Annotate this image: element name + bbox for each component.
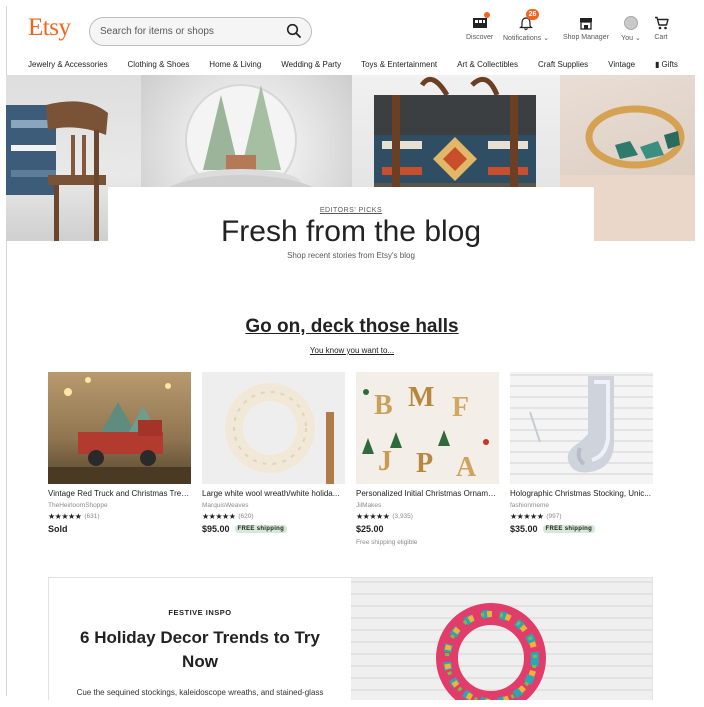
you-label: You ⌄ xyxy=(621,35,641,42)
review-count: (3,935) xyxy=(392,513,413,520)
discover-icon xyxy=(470,12,490,32)
review-count: (631) xyxy=(84,513,100,520)
cart-label: Cart xyxy=(654,34,668,41)
search-button[interactable] xyxy=(286,23,302,39)
cart-nav[interactable]: Cart xyxy=(651,14,671,41)
shop-manager-label: Shop Manager xyxy=(563,34,609,41)
product-price: $95.00 FREE shipping xyxy=(202,524,345,534)
chevron-down-icon: ⌄ xyxy=(634,35,641,42)
section-link[interactable]: You know you want to... xyxy=(0,346,704,355)
free-shipping-badge: FREE shipping xyxy=(234,525,288,533)
product-image-wreath[interactable] xyxy=(202,372,345,484)
product-shop[interactable]: MarquisWeaves xyxy=(202,502,345,509)
blog-card: EDITORS' PICKS Fresh from the blog Shop … xyxy=(108,187,594,273)
svg-text:A: A xyxy=(456,452,477,483)
star-rating-icon: ★★★★★ xyxy=(202,512,236,521)
avatar xyxy=(621,14,641,32)
svg-text:B: B xyxy=(374,390,393,421)
product-rating: ★★★★★ (997) xyxy=(510,512,653,521)
article-image-wreath[interactable] xyxy=(351,578,652,700)
svg-text:M: M xyxy=(408,382,434,413)
product-card[interactable]: Vintage Red Truck and Christmas Tree... … xyxy=(48,372,191,534)
category-art[interactable]: Art & Collectibles xyxy=(457,58,518,70)
svg-text:P: P xyxy=(416,448,433,479)
user-avatar-icon xyxy=(624,16,638,30)
product-rating: ★★★★★ (631) xyxy=(48,512,191,521)
product-shop[interactable]: JilMakes xyxy=(356,502,499,509)
notifications-nav[interactable]: 26 Notifications ⌄ xyxy=(503,9,549,42)
product-rating: ★★★★★ (620) xyxy=(202,512,345,521)
product-title[interactable]: Personalized Initial Christmas Orname... xyxy=(356,489,499,498)
blog-title[interactable]: Fresh from the blog xyxy=(108,215,594,249)
product-shop[interactable]: fashionmeme xyxy=(510,502,653,509)
product-price: $35.00 FREE shipping xyxy=(510,524,653,534)
category-jewelry[interactable]: Jewelry & Accessories xyxy=(28,58,108,70)
cart-icon xyxy=(651,14,671,32)
search-icon xyxy=(286,23,301,38)
category-vintage[interactable]: Vintage xyxy=(608,58,635,70)
star-rating-icon: ★★★★★ xyxy=(48,512,82,521)
star-rating-icon: ★★★★★ xyxy=(510,512,544,521)
article-eyebrow: FESTIVE INSPO xyxy=(168,608,232,617)
discover-label: Discover xyxy=(466,34,494,41)
gift-icon: ▮ xyxy=(655,59,660,69)
discover-dot xyxy=(483,12,490,18)
product-title[interactable]: Large white wool wreath/white holida... xyxy=(202,489,345,498)
shop-manager-nav[interactable]: Shop Manager xyxy=(563,14,609,41)
star-rating-icon: ★★★★★ xyxy=(356,512,390,521)
category-nav: Jewelry & Accessories Clothing & Shoes H… xyxy=(28,58,678,70)
article-body: Cue the sequined stockings, kaleidoscope… xyxy=(76,688,324,700)
product-card[interactable]: B M F J P A Personalized Initial Christm… xyxy=(356,372,499,546)
category-toys[interactable]: Toys & Entertainment xyxy=(361,58,437,70)
product-rating: ★★★★★ (3,935) xyxy=(356,512,499,521)
category-wedding[interactable]: Wedding & Party xyxy=(281,58,341,70)
product-image-truck[interactable] xyxy=(48,372,191,484)
product-image-stocking[interactable] xyxy=(510,372,653,484)
featured-article[interactable]: FESTIVE INSPO 6 Holiday Decor Trends to … xyxy=(48,577,653,700)
product-shop[interactable]: TheHeirloomShoppe xyxy=(48,502,191,509)
notifications-label: Notifications ⌄ xyxy=(503,35,549,42)
category-clothing[interactable]: Clothing & Shoes xyxy=(128,58,190,70)
discover-nav[interactable]: Discover xyxy=(466,12,494,41)
notifications-badge: 26 xyxy=(525,9,539,20)
category-craft[interactable]: Craft Supplies xyxy=(538,58,588,70)
product-image-ornaments[interactable]: B M F J P A xyxy=(356,372,499,484)
site-header: Etsy Discover 26 Notifications ⌄ Shop Ma… xyxy=(0,0,704,56)
article-text: FESTIVE INSPO 6 Holiday Decor Trends to … xyxy=(49,578,351,700)
product-title[interactable]: Vintage Red Truck and Christmas Tree... xyxy=(48,489,191,498)
editors-picks-link[interactable]: EDITORS' PICKS xyxy=(108,207,594,214)
category-gifts[interactable]: ▮ Gifts xyxy=(655,58,678,70)
category-home[interactable]: Home & Living xyxy=(209,58,261,70)
free-shipping-badge: FREE shipping xyxy=(542,525,596,533)
review-count: (620) xyxy=(238,513,254,520)
bell-icon: 26 xyxy=(516,9,539,32)
product-price: Sold xyxy=(48,524,68,534)
review-count: (997) xyxy=(546,513,562,520)
article-title[interactable]: 6 Holiday Decor Trends to Try Now xyxy=(75,626,325,674)
search-bar xyxy=(89,17,312,46)
you-nav[interactable]: You ⌄ xyxy=(621,14,641,42)
blog-subtitle: Shop recent stories from Etsy's blog xyxy=(287,251,415,260)
product-card[interactable]: Holographic Christmas Stocking, Unic... … xyxy=(510,372,653,534)
section-title[interactable]: Go on, deck those halls xyxy=(0,316,704,338)
chevron-down-icon: ⌄ xyxy=(543,35,549,42)
product-card[interactable]: Large white wool wreath/white holida... … xyxy=(202,372,345,534)
svg-text:J: J xyxy=(378,446,392,477)
shipping-eligible-note: Free shipping eligible xyxy=(356,539,418,546)
etsy-logo[interactable]: Etsy xyxy=(28,14,71,42)
product-price: $25.00 xyxy=(356,524,384,534)
product-title[interactable]: Holographic Christmas Stocking, Unic... xyxy=(510,489,653,498)
shop-icon xyxy=(576,14,596,32)
svg-text:F: F xyxy=(452,392,469,423)
search-input[interactable] xyxy=(100,24,280,39)
